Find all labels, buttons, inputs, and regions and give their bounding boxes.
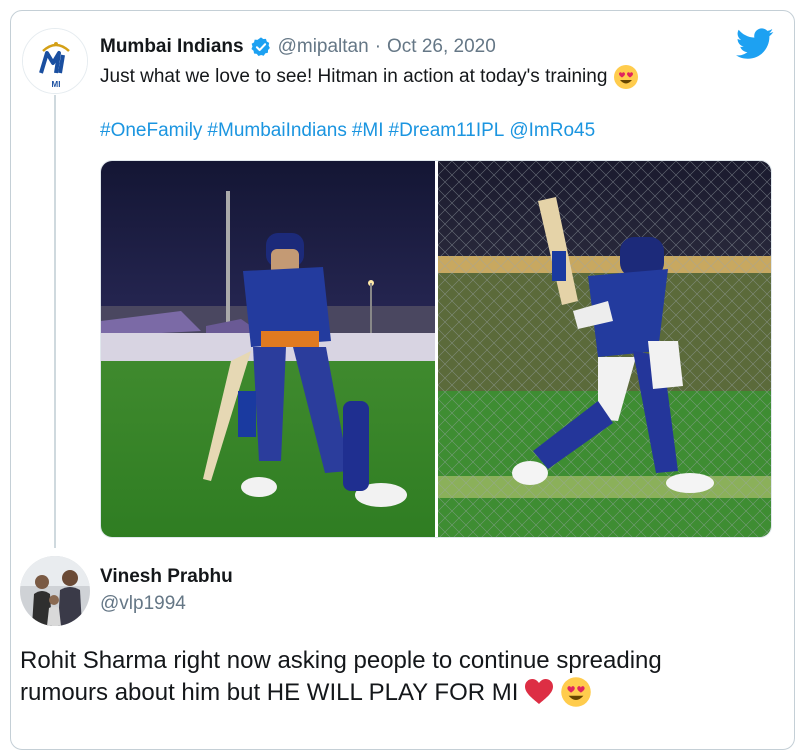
mi-logo-icon: MI	[23, 29, 87, 93]
reply-text-body: rumours about him but HE WILL PLAY FOR M…	[20, 678, 519, 706]
author-name[interactable]: Mumbai Indians	[100, 36, 244, 58]
reply-author-handle[interactable]: @vlp1994	[100, 593, 186, 615]
reply-text-line: Rohit Sharma right now asking people to …	[20, 647, 662, 674]
reply-text-line: rumours about him but HE WILL PLAY FOR M…	[20, 676, 790, 708]
hashtag-link[interactable]: #Dream11IPL	[389, 120, 505, 142]
cricketer-batting-image	[438, 161, 771, 537]
cricketer-photo-image	[101, 161, 435, 537]
tweet-date[interactable]: Oct 26, 2020	[387, 36, 496, 58]
thread-line	[54, 95, 56, 548]
twitter-bird-icon[interactable]	[736, 28, 774, 60]
heart-eyes-emoji-icon	[561, 677, 592, 707]
mumbai-indians-avatar[interactable]: MI	[22, 28, 88, 94]
reply-tweet-text: Rohit Sharma right now asking people to …	[20, 645, 790, 708]
tweet-media-grid	[100, 160, 772, 538]
reply-author-name[interactable]: Vinesh Prabhu	[100, 566, 233, 588]
hashtag-link[interactable]: #MI	[352, 120, 384, 142]
quoted-tweet-body: Just what we love to see! Hitman in acti…	[100, 66, 608, 87]
hashtag-link[interactable]: #MumbaiIndians	[207, 120, 346, 142]
verified-badge-icon	[251, 37, 270, 56]
reply-author-avatar[interactable]	[20, 556, 90, 626]
mention-link[interactable]: @ImRo45	[509, 120, 595, 142]
separator-dot: ·	[374, 36, 382, 57]
heart-eyes-emoji-icon	[614, 65, 639, 89]
red-heart-emoji-icon	[525, 679, 554, 704]
quoted-tweet-header: Mumbai Indians @mipaltan · Oct 26, 2020	[100, 34, 496, 60]
quoted-tweet-text: Just what we love to see! Hitman in acti…	[100, 64, 639, 90]
training-photo-walking[interactable]	[101, 161, 435, 537]
training-photo-batting[interactable]	[438, 161, 771, 537]
profile-photo-icon	[20, 556, 90, 626]
hashtag-link[interactable]: #OneFamily	[100, 120, 202, 142]
author-handle[interactable]: @mipaltan	[278, 36, 369, 58]
hashtag-list: #OneFamily #MumbaiIndians #MI #Dream11IP…	[100, 120, 595, 142]
svg-text:MI: MI	[52, 80, 61, 89]
